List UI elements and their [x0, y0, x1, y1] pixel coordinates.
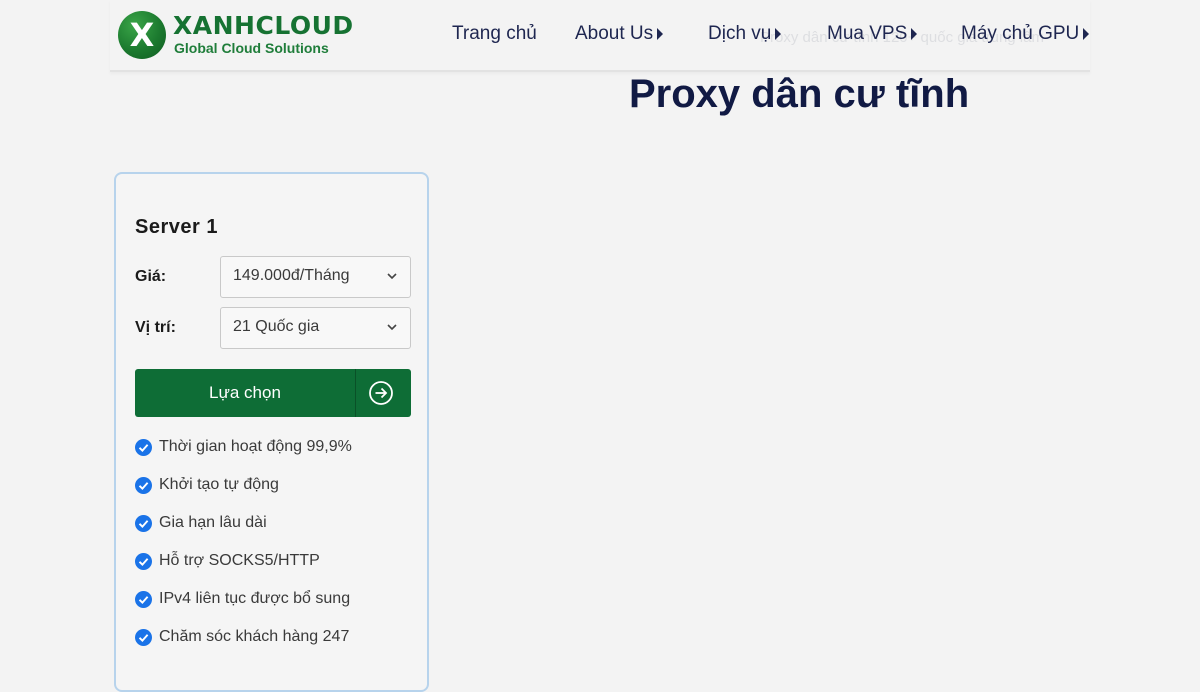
caret-right-icon: [1083, 28, 1090, 40]
nav-item-trang-chu[interactable]: Trang chủ: [452, 22, 537, 46]
logo-text: XANHCLOUD Global Cloud Solutions: [173, 13, 354, 57]
button-divider: [355, 369, 356, 417]
arrow-right-circle-icon: [369, 381, 393, 405]
select-plan-button[interactable]: Lựa chọn: [135, 369, 411, 417]
price-select-value: 149.000đ/Tháng: [233, 267, 350, 284]
feature-text: Chăm sóc khách hàng 247: [159, 628, 350, 645]
chevron-down-icon: [387, 324, 397, 331]
check-circle-icon: [135, 553, 152, 570]
caret-right-icon: [775, 28, 782, 40]
nav-item-label: Trang chủ: [452, 23, 537, 44]
feature-text: Thời gian hoạt động 99,9%: [159, 438, 352, 455]
feature-text: IPv4 liên tục được bổ sung: [159, 590, 351, 607]
location-label: Vị trí:: [135, 319, 176, 336]
site-header: X XANHCLOUD Global Cloud Solutions Proxy…: [110, 0, 1090, 72]
nav-item-dich-vu[interactable]: Dịch vụ: [708, 22, 782, 46]
location-select[interactable]: 21 Quốc gia: [220, 307, 411, 349]
card-title: Server 1: [135, 216, 218, 238]
price-select[interactable]: 149.000đ/Tháng: [220, 256, 411, 298]
price-label: Giá:: [135, 268, 167, 285]
logo-name: XANHCLOUD: [173, 11, 354, 40]
feature-text: Hỗ trợ SOCKS5/HTTP: [159, 552, 320, 569]
check-circle-icon: [135, 477, 152, 494]
feature-text: Gia hạn lâu dài: [159, 514, 267, 531]
nav-item-mua-vps[interactable]: Mua VPS: [827, 22, 918, 46]
nav-item-label: Máy chủ GPU: [961, 23, 1080, 44]
caret-right-icon: [657, 28, 664, 40]
logo-x-icon: X: [118, 11, 166, 59]
nav-item-label: About Us: [575, 23, 654, 44]
logo[interactable]: X XANHCLOUD Global Cloud Solutions: [118, 9, 354, 61]
check-circle-icon: [135, 629, 152, 646]
feature-text: Khởi tạo tự động: [159, 476, 279, 493]
check-circle-icon: [135, 515, 152, 532]
logo-tagline: Global Cloud Solutions: [174, 40, 329, 56]
caret-right-icon: [911, 28, 918, 40]
check-circle-icon: [135, 591, 152, 608]
chevron-down-icon: [387, 273, 397, 280]
nav-item-may-chu-gpu[interactable]: Máy chủ GPU: [961, 22, 1090, 46]
location-select-value: 21 Quốc gia: [233, 318, 320, 335]
page-title: Proxy dân cư tĩnh: [629, 72, 970, 116]
pricing-card: Server 1 Giá: 149.000đ/Tháng Vị trí: 21 …: [114, 172, 429, 692]
nav-item-about-us[interactable]: About Us: [575, 22, 664, 46]
select-plan-button-label: Lựa chọn: [209, 383, 281, 402]
nav-item-label: Dịch vụ: [708, 23, 772, 44]
nav-item-label: Mua VPS: [827, 23, 908, 44]
check-circle-icon: [135, 439, 152, 456]
